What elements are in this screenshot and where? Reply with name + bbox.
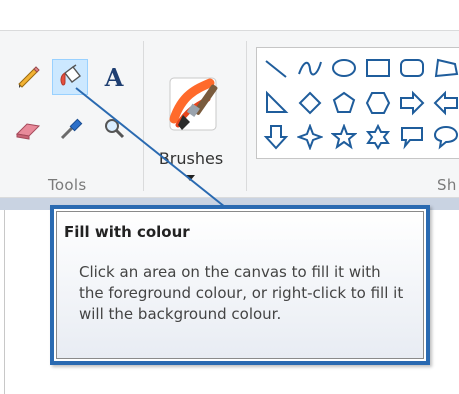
eraser-icon [15, 123, 41, 140]
pencil-icon [18, 66, 40, 88]
group-separator [143, 41, 144, 191]
line-icon[interactable] [263, 56, 289, 82]
ribbon: A Tools Brushes Sh [0, 30, 459, 198]
down-arrow-icon[interactable] [263, 124, 289, 150]
diamond-icon[interactable] [297, 90, 323, 116]
tooltip-panel: Fill with colour Click an area on the ca… [56, 211, 424, 359]
tooltip: Fill with colour Click an area on the ca… [50, 205, 430, 365]
polygon-icon[interactable] [433, 56, 459, 82]
brush-icon [169, 77, 218, 131]
fill-bucket-icon [60, 64, 81, 86]
text-icon: A [104, 62, 124, 92]
right-triangle-icon[interactable] [263, 90, 289, 116]
pencil-tool[interactable] [10, 59, 46, 95]
oval-icon[interactable] [331, 56, 357, 82]
rounded-rectangle-icon[interactable] [399, 56, 425, 82]
title-bar [0, 0, 459, 30]
rectangle-icon[interactable] [365, 56, 391, 82]
four-point-star-icon[interactable] [297, 124, 323, 150]
tools-group-label: Tools [48, 176, 87, 194]
brushes-label: Brushes [158, 149, 224, 168]
magnifier-icon [105, 119, 125, 139]
fill-tool[interactable] [52, 59, 88, 95]
hexagon-icon[interactable] [365, 90, 391, 116]
eraser-tool[interactable] [10, 111, 46, 147]
text-tool[interactable]: A [96, 59, 132, 95]
shapes-gallery[interactable] [256, 47, 459, 159]
magnifier-tool[interactable] [96, 111, 132, 147]
color-picker-icon [60, 118, 83, 140]
pentagon-icon[interactable] [331, 90, 357, 116]
five-point-star-icon[interactable] [331, 124, 357, 150]
group-separator [246, 41, 247, 191]
brushes-button[interactable]: Brushes [150, 75, 232, 195]
tooltip-title: Fill with colour [64, 223, 190, 241]
callout-icon[interactable] [399, 124, 425, 150]
six-point-star-icon[interactable] [365, 124, 391, 150]
chevron-down-icon[interactable] [185, 175, 195, 181]
shapes-group-label: Sh [437, 176, 457, 194]
right-arrow-icon[interactable] [399, 90, 425, 116]
curve-icon[interactable] [297, 56, 323, 82]
oval-callout-icon[interactable] [433, 124, 459, 150]
tooltip-body: Click an area on the canvas to fill it w… [79, 263, 404, 323]
color-picker-tool[interactable] [52, 111, 88, 147]
left-arrow-icon[interactable] [433, 90, 459, 116]
